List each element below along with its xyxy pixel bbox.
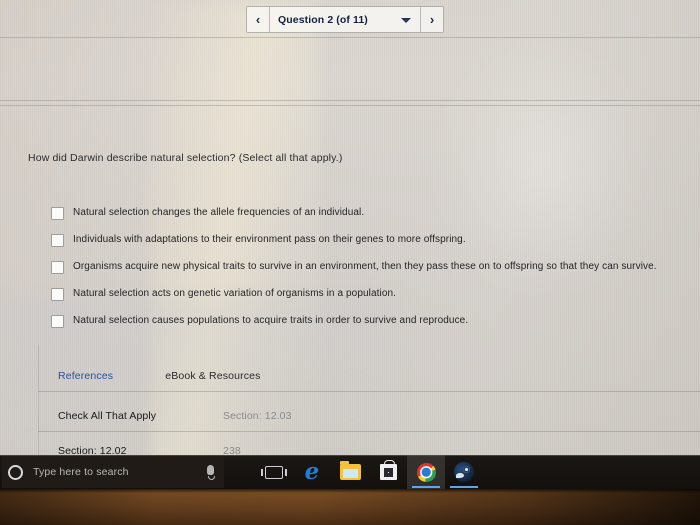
tab-ebook-and-resources[interactable]: eBook & Resources bbox=[165, 370, 260, 382]
taskbar-item-task-view[interactable] bbox=[255, 455, 293, 489]
question-select-label: Question 2 (of 11) bbox=[278, 13, 368, 26]
checkbox-option-5[interactable] bbox=[51, 315, 64, 328]
question-stem: How did Darwin describe natural selectio… bbox=[28, 152, 343, 164]
folder-icon bbox=[339, 461, 361, 480]
cortana-circle-icon[interactable] bbox=[8, 464, 23, 480]
store-bag-icon bbox=[379, 460, 397, 480]
checkbox-option-2[interactable] bbox=[51, 234, 64, 247]
divider-footer-top bbox=[38, 391, 700, 392]
chrome-icon bbox=[416, 462, 436, 482]
taskbar-icon-strip: e bbox=[255, 455, 483, 489]
tab-references[interactable]: References bbox=[58, 370, 113, 382]
answer-option[interactable]: Organisms acquire new physical traits to… bbox=[51, 260, 691, 287]
taskbar-item-google-chrome[interactable] bbox=[407, 455, 445, 489]
task-view-icon bbox=[261, 465, 287, 479]
footer-row-meta: Section: 12.03 bbox=[223, 410, 292, 422]
answer-option-label: Individuals with adaptations to their en… bbox=[73, 234, 466, 245]
footer-row-title: Check All That Apply bbox=[58, 410, 157, 422]
search-box[interactable]: Type here to search bbox=[2, 456, 224, 488]
taskbar-item-file-explorer[interactable] bbox=[331, 455, 369, 489]
question-navigator[interactable]: ‹ Question 2 (of 11) › bbox=[246, 6, 444, 33]
answer-option-label: Natural selection changes the allele fre… bbox=[73, 207, 365, 218]
edge-icon: e bbox=[304, 458, 320, 485]
question-select[interactable]: Question 2 (of 11) bbox=[269, 7, 421, 32]
answer-option-label: Organisms acquire new physical traits to… bbox=[73, 261, 657, 272]
footer-tabs: References eBook & Resources bbox=[58, 370, 261, 382]
taskbar-item-microsoft-store[interactable] bbox=[369, 455, 407, 489]
microphone-icon[interactable] bbox=[207, 465, 215, 480]
answer-option[interactable]: Individuals with adaptations to their en… bbox=[51, 233, 691, 260]
windows-taskbar: Type here to search e bbox=[0, 455, 700, 489]
previous-question-button[interactable]: ‹ bbox=[247, 7, 269, 32]
divider-header bbox=[0, 100, 700, 101]
checkbox-option-4[interactable] bbox=[51, 288, 64, 301]
desk-shadow bbox=[0, 489, 700, 493]
answer-option-label: Natural selection causes populations to … bbox=[73, 315, 469, 326]
answer-option[interactable]: Natural selection acts on genetic variat… bbox=[51, 287, 691, 314]
answer-option[interactable]: Natural selection causes populations to … bbox=[51, 314, 691, 341]
answer-options-list: Natural selection changes the allele fre… bbox=[51, 206, 691, 341]
photographed-monitor: ‹ Question 2 (of 11) › How did Darwin de… bbox=[0, 0, 700, 525]
divider-footer-mid bbox=[38, 431, 700, 432]
steam-icon bbox=[454, 462, 474, 482]
taskbar-item-microsoft-edge[interactable]: e bbox=[293, 455, 331, 489]
divider-subheader bbox=[0, 105, 700, 106]
divider-top bbox=[0, 37, 700, 38]
desk-surface bbox=[0, 489, 700, 525]
page-content: ‹ Question 2 (of 11) › How did Darwin de… bbox=[0, 0, 700, 525]
checkbox-option-3[interactable] bbox=[51, 261, 64, 274]
next-question-button[interactable]: › bbox=[421, 7, 443, 32]
chevron-down-icon[interactable] bbox=[401, 17, 411, 23]
search-placeholder-text: Type here to search bbox=[33, 466, 129, 478]
footer-row: Check All That Apply Section: 12.03 bbox=[58, 410, 292, 422]
answer-option[interactable]: Natural selection changes the allele fre… bbox=[51, 206, 691, 233]
answer-option-label: Natural selection acts on genetic variat… bbox=[73, 288, 397, 299]
checkbox-option-1[interactable] bbox=[51, 207, 64, 220]
taskbar-item-steam[interactable] bbox=[445, 455, 483, 489]
